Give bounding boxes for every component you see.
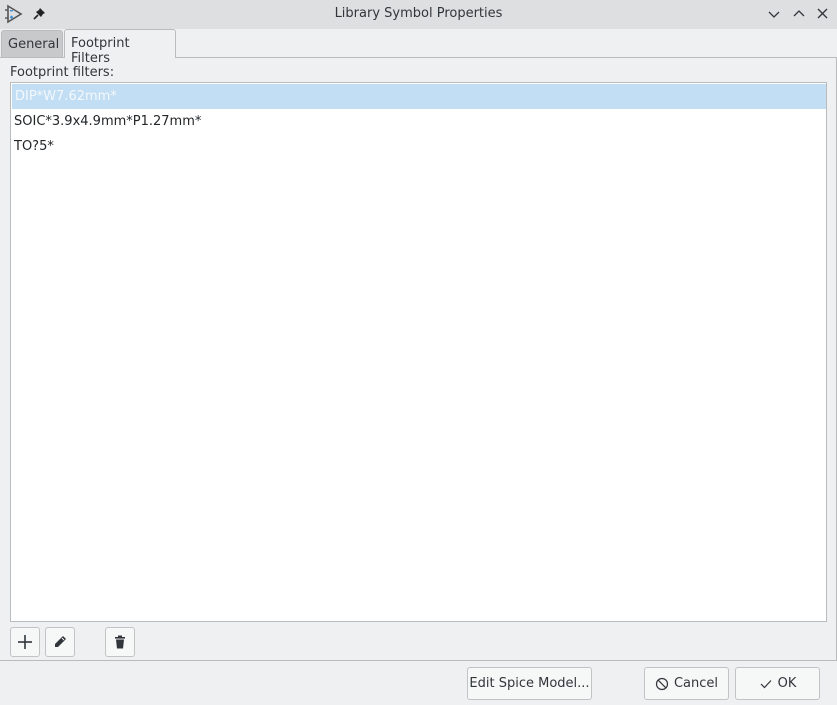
delete-filter-button[interactable] [105,627,135,657]
ok-button[interactable]: OK [735,667,820,700]
edit-spice-model-button[interactable]: Edit Spice Model... [467,667,592,700]
checkmark-icon [760,679,772,688]
footprint-filters-label: Footprint filters: [10,65,115,80]
edit-spice-model-label: Edit Spice Model... [469,676,590,691]
add-filter-button[interactable] [10,627,40,657]
chevron-down-icon [768,11,780,18]
list-item[interactable]: SOIC*3.9x4.9mm*P1.27mm* [11,109,826,134]
ok-label: OK [777,676,797,691]
cancel-icon [655,677,669,690]
maximize-button[interactable] [790,5,808,23]
footprint-filters-list[interactable]: DIP*W7.62mm* SOIC*3.9x4.9mm*P1.27mm* TO?… [10,82,827,622]
trash-icon [115,635,125,649]
cancel-button[interactable]: Cancel [644,667,729,700]
list-item[interactable]: DIP*W7.62mm* [12,84,826,109]
title-bar: Library Symbol Properties [0,0,837,29]
window-title: Library Symbol Properties [334,6,503,21]
tab-footprint-filters[interactable]: Footprint Filters [64,29,176,66]
tab-bar: General Footprint Filters [0,29,837,66]
minimize-button[interactable] [765,5,783,23]
list-item[interactable]: TO?5* [11,134,826,159]
tab-general[interactable]: General [1,30,63,58]
pencil-icon [55,636,66,647]
close-button[interactable] [814,5,832,23]
edit-filter-button[interactable] [45,627,75,657]
cancel-label: Cancel [673,676,719,691]
chevron-up-icon [793,10,805,17]
close-icon [817,8,828,19]
plus-icon [18,635,32,649]
